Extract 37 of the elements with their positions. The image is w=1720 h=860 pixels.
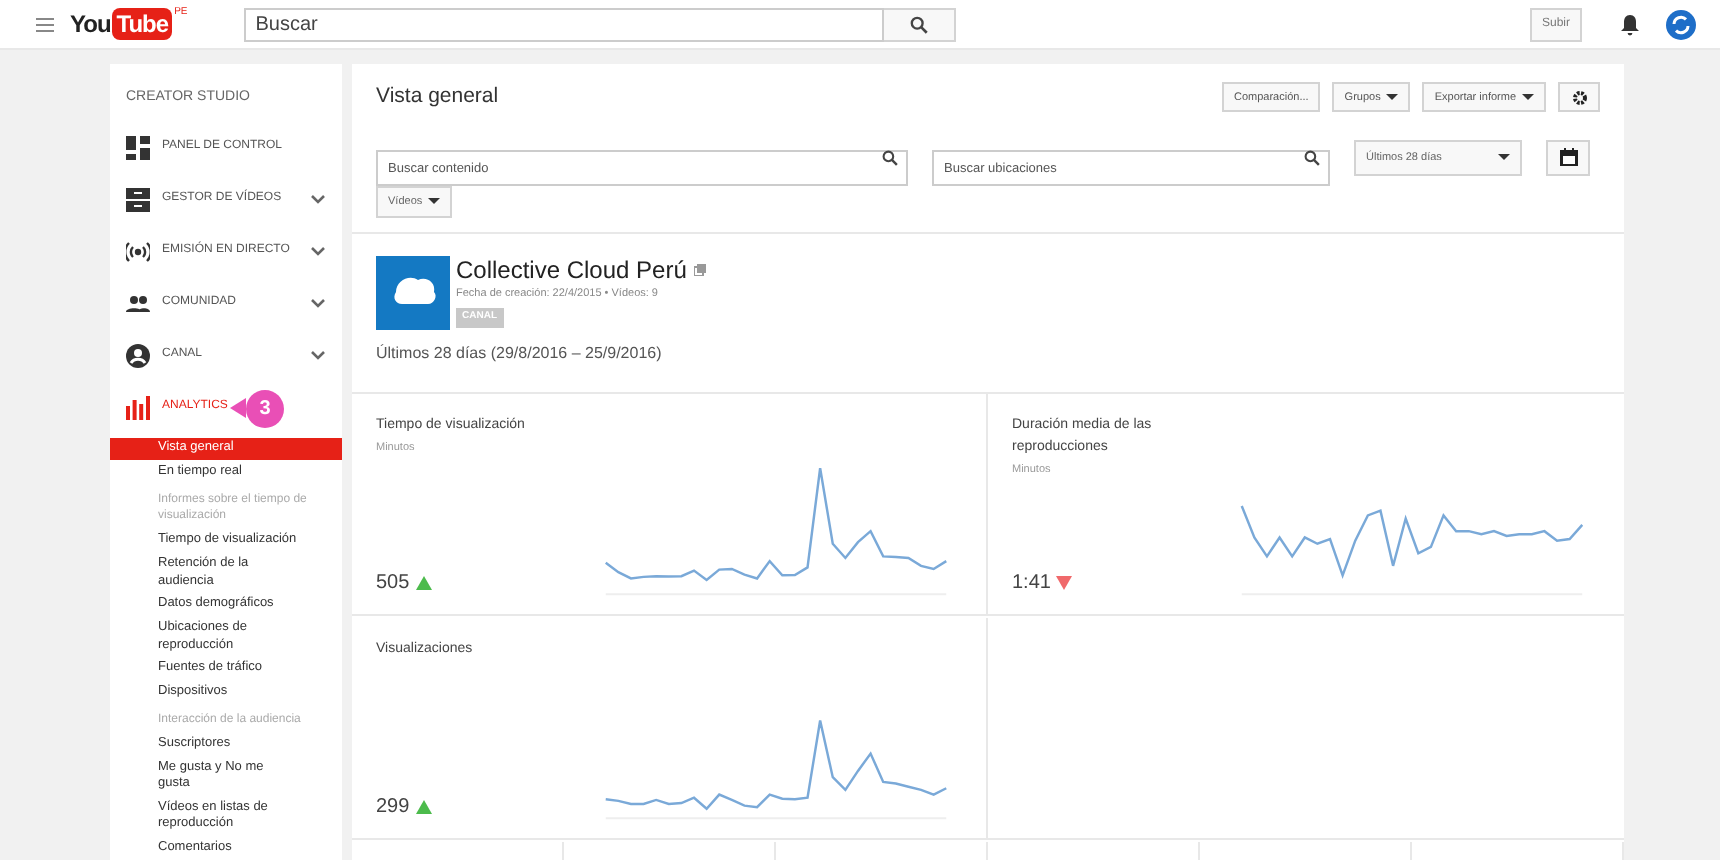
broadcast-icon <box>126 239 150 263</box>
search-button[interactable] <box>883 7 956 41</box>
menu-icon[interactable] <box>36 17 54 31</box>
external-link-icon[interactable] <box>694 263 707 276</box>
account-icon <box>126 343 150 367</box>
people-icon <box>126 291 150 315</box>
bar-chart-icon <box>126 395 150 419</box>
metric-value: 299 <box>376 793 410 822</box>
metric-value: 1:41 <box>1012 569 1051 598</box>
bell-icon[interactable] <box>1620 13 1640 35</box>
search-icon <box>1304 149 1320 166</box>
chevron-icon <box>310 350 326 360</box>
chevron-icon <box>310 246 326 256</box>
calendar-icon <box>1559 148 1577 167</box>
settings-icon <box>1571 89 1587 106</box>
caret-icon <box>1386 94 1399 101</box>
search-field[interactable]: Buscar <box>243 7 884 41</box>
logo-badge[interactable]: Tube <box>112 8 173 40</box>
search-icon <box>882 149 898 166</box>
calendar-button[interactable] <box>1546 139 1590 176</box>
logo-text[interactable]: You <box>70 6 111 42</box>
avatar-icon[interactable] <box>1666 9 1696 39</box>
chevron-icon <box>310 194 326 204</box>
dashboard-icon <box>126 135 150 159</box>
pointer-icon <box>230 398 246 418</box>
search-icon <box>909 15 928 33</box>
caret-icon <box>1522 94 1534 101</box>
video-manager-icon <box>126 187 150 211</box>
caret-icon <box>428 198 441 205</box>
metric-value: 505 <box>376 569 410 598</box>
date-range-label: Últimos 28 días (29/8/2016 – 25/9/2016) <box>376 341 664 366</box>
chevron-icon <box>310 298 326 308</box>
page-title: Vista general <box>376 82 501 112</box>
settings-button[interactable] <box>1558 82 1600 113</box>
channel-name: Collective Cloud Perú <box>456 255 687 284</box>
caret-icon <box>1498 154 1510 161</box>
channel-logo <box>376 255 450 330</box>
